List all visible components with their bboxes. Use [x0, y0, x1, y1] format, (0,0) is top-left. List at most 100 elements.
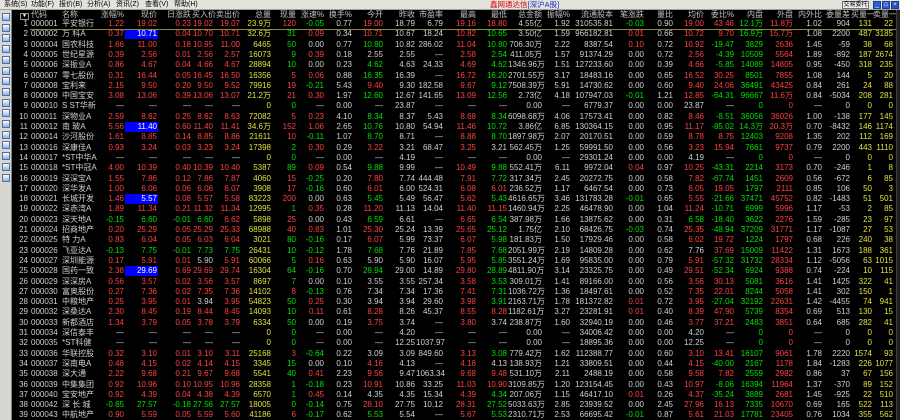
- table-row[interactable]: 9 000010 S ST华新 — — — — — 0 0 — 0.00 — 23.87 — — — 0.00 — 6…: [12, 101, 896, 111]
- toolbar-function-icon[interactable]: [2, 109, 10, 118]
- menu-item-4[interactable]: 资讯(Z): [116, 0, 139, 10]
- column-header[interactable]: 外盘: [764, 10, 794, 19]
- table-row[interactable]: 11 000012 南 玻A 5.56 11.40 0.60 11.40 11.41 34.6万…: [12, 122, 896, 132]
- table-row[interactable]: 30 000033 新都酒店 1.34 3.79 0.05 3.78 3.79 6334 50 0.…: [12, 318, 896, 328]
- column-header[interactable]: 换手%: [325, 10, 353, 19]
- cell-col4: 7.36: [141, 286, 157, 296]
- table-row[interactable]: 31 000034 深信泰丰 — — — — — 0 0 — 0.00 — 4.20 — — — 0.00 — 340…: [12, 328, 896, 338]
- menu-item-0[interactable]: 系统(S): [4, 0, 27, 10]
- table-row[interactable]: 35 000038 深大通 2.22 9.68 0.21 9.67 9.68 5541 40 0.4…: [12, 369, 896, 379]
- toolbar-function-icon[interactable]: [2, 130, 10, 139]
- toolbar-function-icon[interactable]: [2, 66, 10, 75]
- table-row[interactable]: 10 000011 深物业A 2.59 8.62 0.25 8.62 8.63 72082 5 0.…: [12, 112, 896, 122]
- column-header[interactable]: 现量: [272, 10, 297, 19]
- menu-item-6[interactable]: 帮助(H): [174, 0, 198, 10]
- table-row[interactable]: 7 000008 宝利来 2.15 9.50 0.20 9.50 9.52 79916 19 -0.…: [12, 81, 896, 91]
- menu-item-5[interactable]: 查看(V): [145, 0, 168, 10]
- table-row[interactable]: 18 000021 长城开发 1.46 5.57 0.08 5.57 5.58 83223 200…: [12, 194, 896, 205]
- toolbar-function-icon[interactable]: [2, 23, 10, 32]
- toolbar-function-icon[interactable]: [2, 77, 10, 86]
- close-icon[interactable]: ×: [891, 1, 899, 9]
- table-row[interactable]: 38 000042 深 长 城 -0.65 27.57 -0.18 27.56 27.57 18…: [12, 400, 896, 410]
- toolbar-function-icon[interactable]: [2, 55, 10, 64]
- column-header[interactable]: 卖量一: [873, 10, 897, 19]
- menu-item-3[interactable]: 分析(A): [87, 0, 110, 10]
- column-header[interactable]: 日涨跌: [158, 10, 192, 19]
- column-header[interactable]: 内盘: [735, 10, 764, 19]
- table-row[interactable]: 22 000025 特 力A 0.83 6.04 0.05 6.03 6.04 3021 80 -0…: [12, 235, 896, 245]
- column-header[interactable]: 卖出价: [214, 10, 241, 19]
- toolbar-function-icon[interactable]: [2, 98, 10, 107]
- column-header[interactable]: 均价: [674, 10, 705, 19]
- column-header[interactable]: 名称: [60, 10, 100, 19]
- column-menu-button[interactable]: ▼: [12, 10, 29, 20]
- cell-col10: 0.30: [308, 142, 324, 152]
- vertical-scrollbar[interactable]: [896, 10, 900, 420]
- column-header[interactable]: 振幅%: [543, 10, 571, 19]
- column-header[interactable]: 总量: [241, 10, 272, 19]
- menu-item-1[interactable]: 功能(F): [31, 0, 54, 10]
- table-row[interactable]: 17 000020 深华发A 1.00 6.06 0.06 6.06 6.07 3908 17 -0…: [12, 184, 896, 194]
- table-row[interactable]: 12 000014 沙河股份 1.61 8.85 0.14 8.85 8.86 21611 10-…: [12, 132, 896, 142]
- table-row[interactable]: 19 000022 深赤湾A 1.89 11.34 0.21 11.32 11.34 12995…: [12, 204, 896, 214]
- table-row[interactable]: 34 000037 深南电A 0.48 4.15 0.02 4.14 4.15 3345 15 0.…: [12, 359, 896, 369]
- table-row[interactable]: 20 000023 深天地A -0.15 6.60 -0.01 6.60 6.62 5898 25…: [12, 215, 896, 225]
- table-row[interactable]: 33 000036 华联控股 0.32 3.10 0.01 3.10 3.11 25168 3 -0…: [12, 349, 896, 359]
- toolbar-function-icon[interactable]: [2, 152, 10, 161]
- toolbar-function-icon[interactable]: [2, 120, 10, 128]
- table-row[interactable]: 2 000002 万 科A 0.37 10.71 0.04 10.70 10.71 32.6万 3…: [12, 29, 896, 40]
- table-row[interactable]: 26 000029 深深房A 0.56 3.57 0.02 3.56 3.57 8697 7 0.0…: [12, 277, 896, 287]
- column-header[interactable]: 昨收: [384, 10, 416, 19]
- table-row[interactable]: 32 000035 *ST科健 — — — — —0 0—0.00—12.251037.97— —…: [12, 338, 896, 348]
- table-row[interactable]: 15 000018 *ST中冠A 4.00 10.39 0.40 10.39 10.40 538…: [12, 163, 896, 173]
- menu-item-2[interactable]: 报价(B): [59, 0, 82, 10]
- restore-icon[interactable]: □: [882, 1, 890, 9]
- column-header[interactable]: 委比%: [705, 10, 735, 19]
- table-row[interactable]: 37 000040 宝安地产 0.92 4.39 0.04 4.38 4.39 6570 1 0.4…: [12, 390, 896, 400]
- table-row[interactable]: 6 000007 零七股份 0.31 16.44 0.05 16.45 16.50 16356 5…: [12, 71, 896, 81]
- toolbar-function-icon[interactable]: [2, 34, 10, 43]
- table-row[interactable]: 25 000028 国药一致 2.38 29.69 0.69 29.69 29.74 16304…: [12, 266, 896, 277]
- toolbar-function-icon[interactable]: [2, 45, 10, 54]
- column-header[interactable]: 今开: [353, 10, 384, 19]
- column-header[interactable]: 涨速%: [297, 10, 325, 19]
- table-row[interactable]: 28 000031 中粮地产 0.25 3.95 0.01 3.94 3.95 54823 50 0…: [12, 297, 896, 307]
- table-row[interactable]: 24 000027 深圳能源 0.17 5.91 0.01 5.90 5.91 60066 5 0.…: [12, 256, 896, 266]
- table-row[interactable]: 23 000026 飞亚达A -0.13 7.75 -0.01 7.73 7.75 26431 1…: [12, 246, 896, 256]
- table-row[interactable]: 36 000039 中集集团 0.92 10.96 0.10 10.95 10.96 28358…: [12, 380, 896, 390]
- table-row[interactable]: 4 000005 世纪星源 0.39 2.56 0.01 2.56 2.57 16073 9 0.3…: [12, 50, 896, 60]
- toolbar-function-icon[interactable]: [2, 173, 10, 182]
- column-header[interactable]: 流通股本: [571, 10, 614, 19]
- column-header[interactable]: 最高: [444, 10, 477, 19]
- column-header[interactable]: 笔涨跌: [614, 10, 645, 19]
- table-row[interactable]: 29 000032 深桑达A 2.30 8.45 0.19 8.44 8.45 14093 10 0…: [12, 307, 896, 317]
- column-header[interactable]: 买量一: [851, 10, 875, 19]
- toolbar-function-icon[interactable]: [2, 13, 10, 21]
- toolbar-function-icon[interactable]: [2, 87, 10, 96]
- table-row[interactable]: 39 000043 中航地产 0.90 5.59 0.05 5.59 5.60 41186 6 -0…: [12, 410, 896, 420]
- trade-button[interactable]: 交易委托: [842, 1, 869, 9]
- column-header[interactable]: 现价: [125, 10, 158, 19]
- column-header[interactable]: 市盈率: [416, 10, 444, 19]
- column-header[interactable]: 总金额: [508, 10, 543, 19]
- table-row[interactable]: 5 000006 深振业A 0.86 4.67 0.04 4.66 4.67 28894 10 0.…: [12, 60, 896, 70]
- toolbar-function-icon[interactable]: [2, 162, 10, 171]
- table-row[interactable]: 3 000004 国农科技 1.66 11.00 0.18 10.95 11.00 6465 50…: [12, 40, 896, 50]
- table-row[interactable]: 16 000019 深深宝A 1.55 7.86 0.12 7.86 7.87 4060 15 -0…: [12, 174, 896, 184]
- table-row[interactable]: 21 000024 招商地产 0.20 25.29 0.05 25.29 25.33 68988…: [12, 225, 896, 235]
- column-header[interactable]: 代码: [29, 10, 60, 19]
- column-header[interactable]: 量比: [645, 10, 674, 19]
- toolbar-function-icon[interactable]: [2, 141, 10, 150]
- column-header[interactable]: 委量差: [823, 10, 851, 19]
- table-row[interactable]: 27 000030 富奥股份 0.27 7.36 0.02 7.35 7.36 14102 8 -0…: [12, 287, 896, 297]
- cell-col17: 552.41万: [509, 163, 542, 173]
- table-row[interactable]: 14 000017 *ST中华A — — — — — 0 0 — 0.00 — 4.19 — — — 0.00 — 2…: [12, 153, 896, 163]
- column-header[interactable]: 买入价: [192, 10, 216, 19]
- column-header[interactable]: 最低: [477, 10, 508, 19]
- table-row[interactable]: 1 000001 平安银行 1.22 19.02 0.23 19.02 19.07 23.9万 1…: [12, 19, 896, 29]
- table-row[interactable]: 8 000009 中国宝安 3.08 13.06 0.39 13.06 13.07 21.2万 2…: [12, 91, 896, 101]
- column-header[interactable]: 涨幅%: [100, 10, 125, 19]
- table-row[interactable]: 13 000016 深康佳A 0.93 3.24 0.03 3.23 3.24 17398 2 0.…: [12, 143, 896, 153]
- column-header[interactable]: 内外比: [794, 10, 823, 19]
- minimize-icon[interactable]: _: [873, 1, 881, 9]
